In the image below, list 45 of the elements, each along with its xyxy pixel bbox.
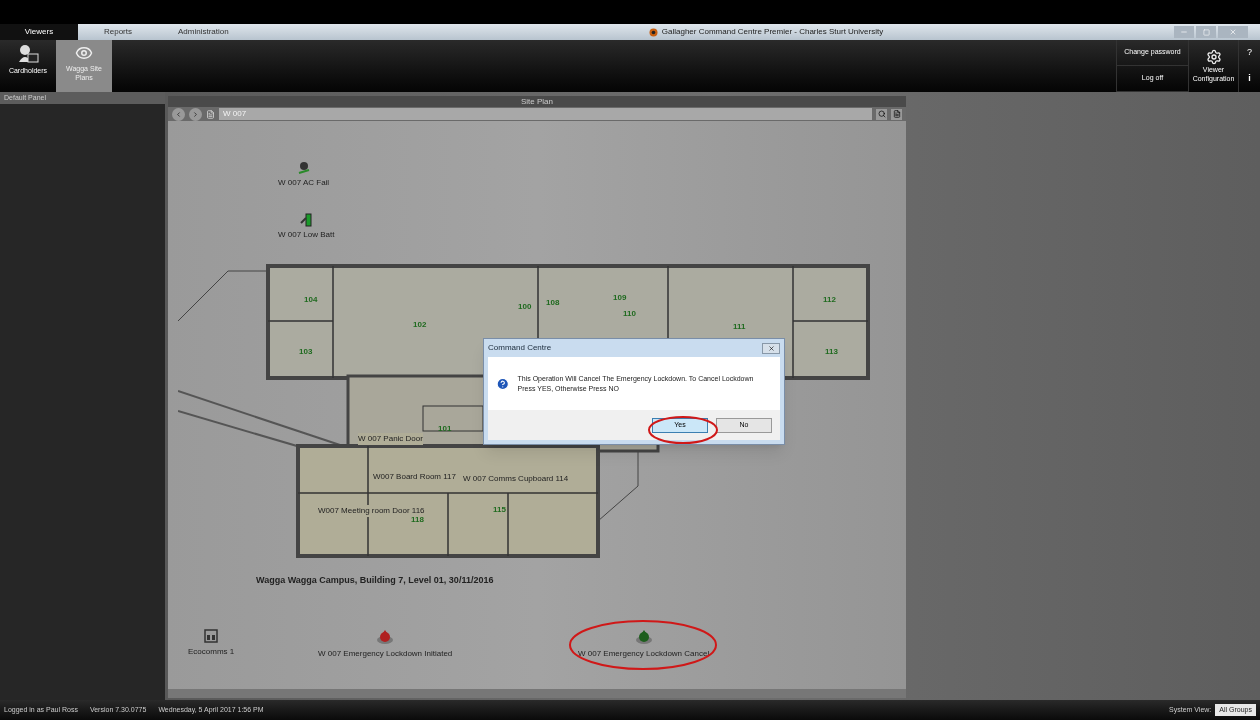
room-number: 112 [823,294,836,306]
page-icon [206,109,215,119]
room-number: 110 [623,308,636,320]
room-number: 118 [411,514,424,526]
room-number: 113 [825,346,838,358]
door-label: W 007 Comms Cupboard 114 [463,473,569,485]
room-number: 109 [613,292,627,304]
tab[interactable]: Reports [78,24,158,40]
panel-title: Site Plan [168,96,906,107]
room-number: 111 [733,321,746,333]
window-title: Gallagher Command Centre Premier - Charles Sturt University [661,26,884,38]
device-label: W 007 Emergency Lockdown Initiated [318,648,453,660]
dialog-title: Command Centre [488,342,552,354]
app-logo-icon [648,27,658,37]
device-label: W 007 Low Batt [278,229,335,241]
room-number: 101 [438,423,452,435]
alarm-icon[interactable] [296,161,311,175]
close-button[interactable] [762,342,780,354]
room-number: 100 [518,301,532,313]
device-label: Ecocomms 1 [188,646,235,658]
device-label: W 007 AC Fail [278,177,330,189]
door-label: W007 Meeting room Door 116 [318,505,425,517]
settings-icon [1205,49,1222,65]
cardholder-icon [17,44,39,64]
room-number: 115 [493,504,506,516]
battery-icon[interactable] [299,213,314,227]
horizontal-scrollbar[interactable] [168,689,906,698]
close-icon[interactable] [767,344,775,352]
info-button[interactable]: i [1248,72,1251,86]
room-number: 104 [304,294,318,306]
eye-icon [75,44,93,62]
help-button[interactable]: ? [1247,46,1252,60]
device-label: W 007 Emergency Lockdown Cancel [578,648,710,660]
room-number: 108 [546,297,560,309]
tab[interactable]: Viewers [0,24,78,40]
room-number: 103 [299,346,313,358]
panel-icon[interactable] [204,629,219,643]
close-button[interactable] [1218,26,1248,38]
lockdown-icon[interactable] [376,629,395,645]
annotation-ellipse [647,415,719,445]
room-number: 102 [413,319,427,331]
lockdown-icon[interactable] [634,629,653,645]
door-label: W 007 Panic Door [358,433,423,445]
tab[interactable]: Administration [158,24,238,40]
plan-caption: Wagga Wagga Campus, Building 7, Level 01, 30/11/2016 [256,574,494,587]
